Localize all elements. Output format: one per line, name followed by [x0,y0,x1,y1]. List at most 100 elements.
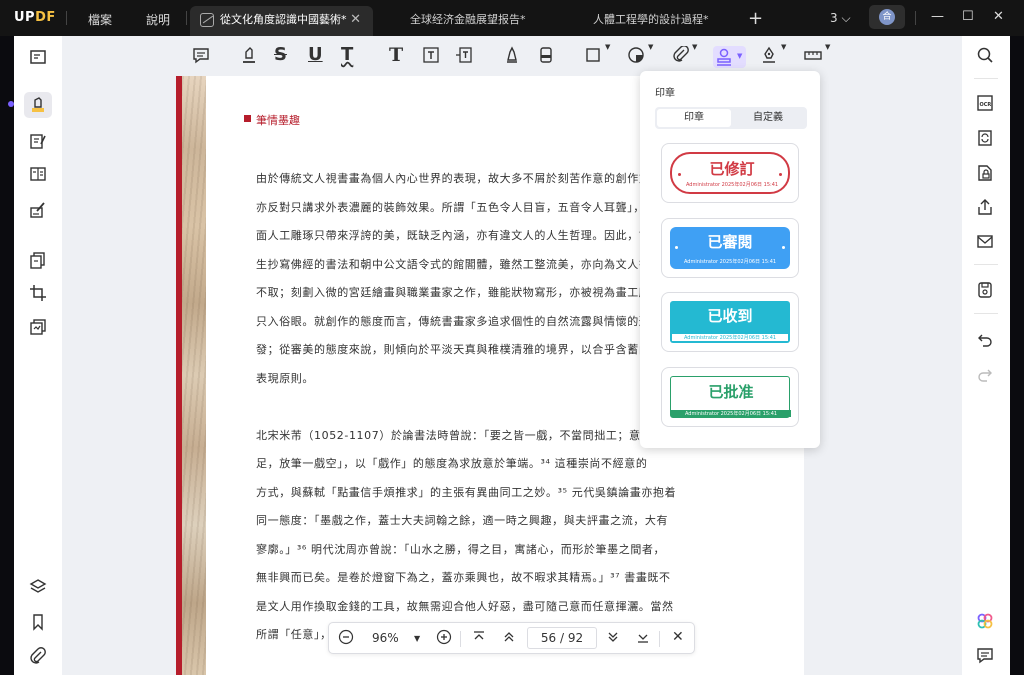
squiggly-tool[interactable]: T [341,46,353,68]
tab-label: 從文化角度認識中國藝術* [220,13,347,26]
ocr-icon: OCR [977,95,993,111]
shape-icon [586,48,600,62]
bookmark-button[interactable] [24,609,52,635]
stamp-panel: 印章 印章 自定義 已修訂 Administrator 2025年02月06日 … [640,71,820,448]
last-page-button[interactable] [636,630,650,647]
maximize-button[interactable]: ☐ [962,9,974,24]
paragraph-line: 足，放筆一戲空」，以「戲作」的態度為求放意於筆端。³⁴ 這種崇尚不經意的 [256,457,648,470]
stamp-meta: Administrator 2025年02月06日 15:41 [685,182,779,188]
zoom-dropdown-icon[interactable]: ▼ [414,634,420,643]
comment-icon [193,48,209,64]
chevron-down-icon[interactable]: ▼ [692,43,697,51]
first-page-button[interactable] [472,630,486,647]
measure-tool[interactable] [803,46,823,68]
save-button[interactable] [974,279,998,303]
tab-count-dropdown[interactable]: 3 ⌵ [830,11,851,26]
stamp-approved[interactable]: 已批准 Administrator 2025年02月06日 15:41 [661,367,799,427]
compare-icon [30,319,46,335]
zoom-out-button[interactable] [338,629,354,648]
redo-button[interactable] [974,363,998,387]
tab-document-2[interactable]: 全球经济金融展望报告* [380,6,560,36]
fill-sign-icon [30,202,45,218]
edit-pdf-icon [30,134,46,149]
search-button[interactable] [974,44,998,68]
stamp-tool[interactable]: ▼ [713,46,746,68]
close-tab-icon[interactable]: ✕ [350,6,361,34]
pencil-tool[interactable] [503,46,521,68]
last-page-icon [638,634,648,643]
textbox-tool[interactable] [422,46,440,68]
title-bar: UPDF 檔案 說明 從文化角度認識中國藝術* ✕ 全球经济金融展望报告* 人體… [0,0,1024,36]
chevron-down-icon[interactable]: ▼ [825,43,830,51]
convert-button[interactable] [974,127,998,151]
protect-button[interactable] [974,162,998,186]
close-navigation-button[interactable]: ✕ [672,629,684,645]
menu-file[interactable]: 檔案 [88,11,112,28]
svg-text:OCR: OCR [980,102,992,108]
attachment-tool[interactable] [672,46,690,68]
comment-tool[interactable] [192,46,210,68]
layers-button[interactable] [24,574,52,600]
tab-custom[interactable]: 自定義 [731,109,805,127]
paragraph-line: 不取；刻劃入微的宮廷繪畫與職業畫家之作，雖能狀物寫形，亦被視為畫工所 [256,286,651,299]
paragraph-line: 只入俗眼。就創作的態度而言，傳統書畫家多追求個性的自然流露與情懷的適 [256,315,651,328]
shape-tool[interactable] [584,46,602,68]
comment-mode-button[interactable] [24,92,52,118]
close-window-button[interactable]: ✕ [993,9,1004,24]
menu-help[interactable]: 說明 [146,11,170,28]
form-mode-button[interactable] [24,161,52,187]
organize-pages-button[interactable] [24,247,52,273]
left-sidebar [14,36,62,675]
bookmark-icon [33,614,43,631]
title-separator [66,11,67,25]
signature-tool[interactable] [760,46,778,68]
undo-button[interactable] [974,328,998,352]
attachments-button[interactable] [24,643,52,669]
chat-icon [977,648,993,664]
next-page-button[interactable] [606,630,620,647]
chevron-down-icon[interactable]: ▼ [648,43,653,51]
chevron-down-icon[interactable]: ▼ [605,43,610,51]
paragraph-line: 方式，與蘇軾「點畫信手煩推求」的主張有異曲同工之妙。³⁵ 元代吳鎮論畫亦抱着 [256,486,677,499]
page-painting-image [182,76,206,675]
paragraph-line: 北宋米芾（1052-1107）於論書法時曾說：「要之皆一戲，不當問拙工；意足 [256,429,653,442]
new-tab-button[interactable]: + [748,8,763,29]
sticky-note-tool[interactable] [627,46,645,68]
text-tool[interactable]: T [389,46,403,68]
edit-pdf-button[interactable] [24,128,52,154]
chevron-down-icon[interactable]: ▼ [781,43,786,51]
account-button[interactable]: 合 [869,5,905,29]
ai-assistant-button[interactable] [974,610,998,634]
page-number-input[interactable]: 56 / 92 [527,627,597,649]
eraser-tool[interactable] [537,46,555,68]
minimize-button[interactable]: — [931,9,944,24]
strikethrough-tool[interactable]: S [274,46,287,68]
underline-icon: U [308,44,323,65]
tab-document-1[interactable]: 從文化角度認識中國藝術* ✕ [190,6,373,36]
sidebar-separator [974,78,998,79]
chat-button[interactable] [974,644,998,668]
reader-mode-button[interactable] [24,44,52,70]
zoom-level[interactable]: 96% [372,631,399,645]
stamp-received[interactable]: 已收到 Administrator 2025年02月06日 15:41 [661,292,799,352]
crop-button[interactable] [24,280,52,306]
fill-sign-button[interactable] [24,197,52,223]
stamp-revised[interactable]: 已修訂 Administrator 2025年02月06日 15:41 [661,143,799,203]
paragraph-line: 是文人用作換取金錢的工具，故無需迎合他人好惡，盡可隨己意而任意揮灑。當然 [256,600,674,613]
paragraph-line: 寥廓。」³⁶ 明代沈周亦曾說：「山水之勝，得之目，寓諸心，而形於筆墨之間者， [256,543,666,556]
title-separator [186,11,187,25]
stamp-reviewed[interactable]: 已審閱 Administrator 2025年02月06日 15:41 [661,218,799,278]
previous-page-button[interactable] [502,630,516,647]
zoom-in-button[interactable] [436,629,452,648]
ocr-button[interactable]: OCR [974,92,998,116]
share-button[interactable] [974,196,998,220]
tab-document-3[interactable]: 人體工程學的設計過程* [565,6,740,36]
underline-tool[interactable]: U [308,46,323,68]
stamp-meta: Administrator 2025年02月06日 15:41 [671,410,791,417]
email-button[interactable] [974,230,998,254]
compare-button[interactable] [24,314,52,340]
highlight-tool[interactable] [240,46,258,68]
comment-mode-icon [32,97,44,112]
tab-stamp[interactable]: 印章 [657,109,731,127]
callout-tool[interactable] [455,46,473,68]
